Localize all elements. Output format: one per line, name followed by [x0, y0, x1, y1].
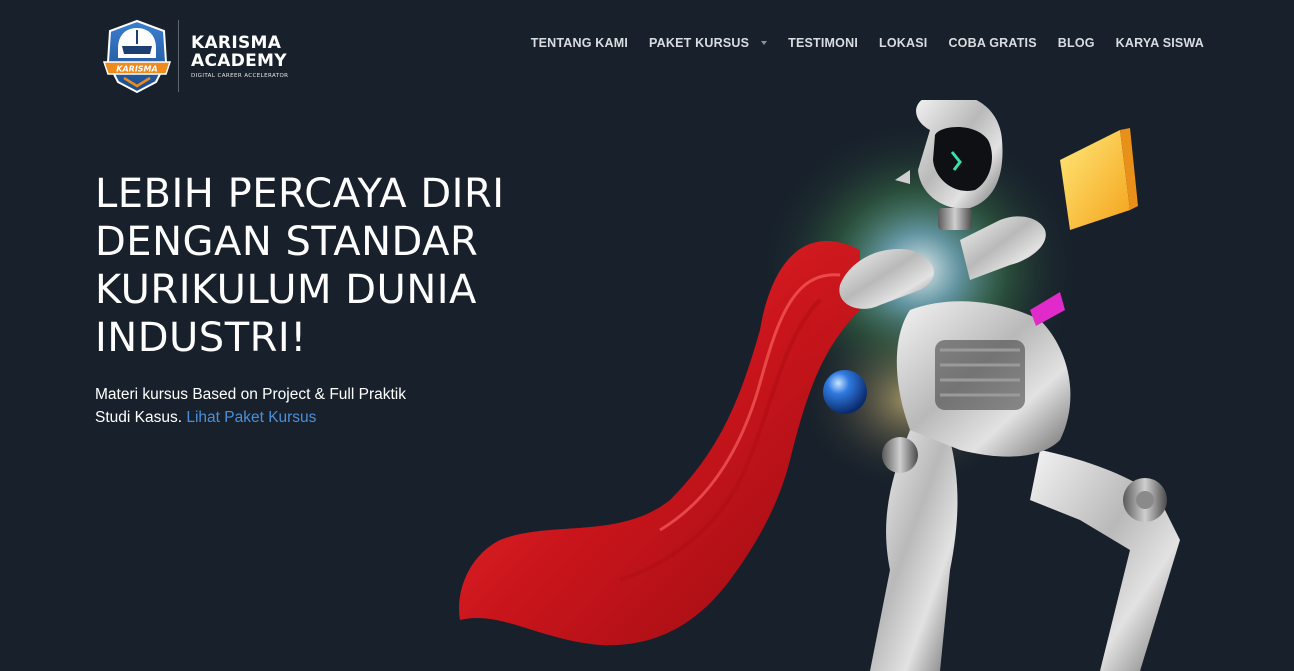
logo-name-line2: ACADEMY — [191, 50, 287, 71]
emblem-text: KARISMA — [116, 65, 157, 74]
chevron-down-icon — [761, 41, 768, 45]
nav-item-karya-siswa[interactable]: KARYA SISWA — [1116, 36, 1204, 50]
main-nav: TENTANG KAMI PAKET KURSUS TESTIMONI LOKA… — [510, 36, 1204, 50]
nav-item-label: COBA GRATIS — [948, 36, 1037, 50]
logo-divider — [178, 20, 179, 92]
nav-item-tentang-kami[interactable]: TENTANG KAMI — [531, 36, 628, 50]
logo-name-line1: KARISMA — [191, 32, 282, 53]
nav-item-label: TENTANG KAMI — [530, 36, 629, 50]
nav-item-label: TESTIMONI — [788, 36, 858, 50]
karisma-emblem-icon: KARISMA — [102, 19, 172, 94]
nav-item-paket-kursus[interactable]: PAKET KURSUS — [649, 36, 768, 50]
nav-item-coba-gratis[interactable]: COBA GRATIS — [948, 36, 1036, 50]
nav-item-blog[interactable]: BLOG — [1058, 36, 1095, 50]
robot-illustration — [459, 100, 1180, 671]
nav-item-lokasi[interactable]: LOKASI — [879, 36, 927, 50]
nav-item-label: KARYA SISWA — [1115, 36, 1204, 50]
landing-page: KARISMA KARISMA ACADEMY DIGITAL CAREER A… — [0, 0, 1294, 671]
nav-item-label: LOKASI — [879, 36, 928, 50]
nav-item-label: BLOG — [1057, 36, 1095, 50]
nav-item-testimoni[interactable]: TESTIMONI — [788, 36, 858, 50]
nav-item-label: PAKET KURSUS — [649, 36, 750, 50]
logo-tagline: DIGITAL CAREER ACCELERATOR — [191, 72, 289, 79]
view-course-packages-link[interactable]: Lihat Paket Kursus — [186, 409, 316, 426]
brand-logo[interactable]: KARISMA KARISMA ACADEMY DIGITAL CAREER A… — [100, 18, 300, 94]
logo-text: KARISMA ACADEMY DIGITAL CAREER ACCELERAT… — [191, 34, 288, 79]
hero-subtitle: Materi kursus Based on Project & Full Pr… — [95, 383, 435, 429]
